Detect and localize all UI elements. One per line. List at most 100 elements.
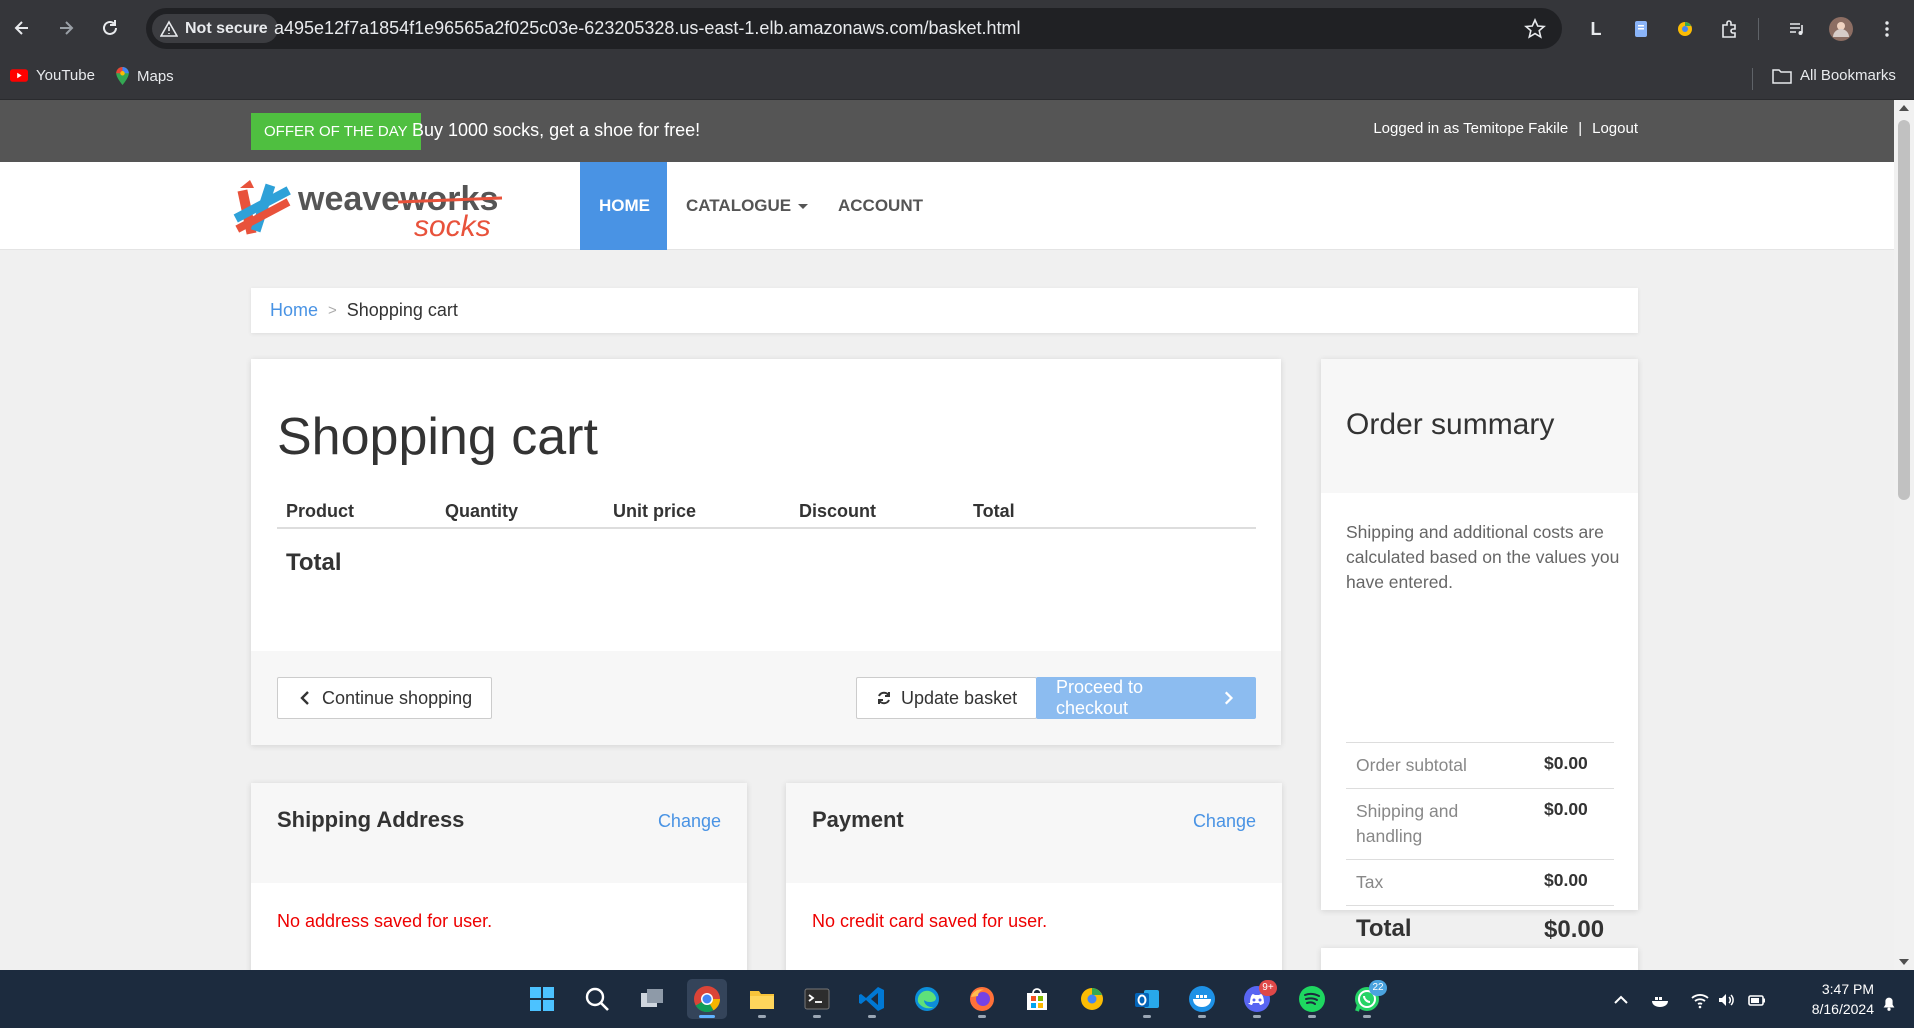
payment-header: Payment Change bbox=[786, 783, 1282, 883]
proceed-to-checkout-button[interactable]: Proceed to checkout bbox=[1036, 677, 1256, 719]
nav-catalogue[interactable]: Catalogue bbox=[667, 162, 827, 250]
summary-row-shipping: Shipping and handling $0.00 bbox=[1346, 788, 1614, 859]
extension-l-icon[interactable]: L bbox=[1583, 16, 1609, 42]
breadcrumb-separator: > bbox=[328, 302, 337, 319]
browser-menu-icon[interactable] bbox=[1874, 16, 1900, 42]
page-title: Shopping cart bbox=[277, 408, 598, 466]
profile-avatar[interactable] bbox=[1828, 16, 1854, 42]
column-product: Product bbox=[286, 501, 355, 521]
extensions-puzzle-icon[interactable] bbox=[1716, 16, 1742, 42]
windows-start-icon[interactable] bbox=[522, 979, 562, 1019]
whatsapp-badge: 22 bbox=[1369, 980, 1387, 996]
order-summary-title: Order summary bbox=[1346, 408, 1555, 441]
extension-docs-icon[interactable] bbox=[1628, 16, 1654, 42]
reload-button[interactable] bbox=[96, 14, 124, 42]
wifi-icon[interactable] bbox=[1690, 990, 1710, 1010]
shipping-address-panel: Shipping Address Change No address saved… bbox=[251, 783, 747, 970]
all-bookmarks-label: All Bookmarks bbox=[1800, 67, 1896, 84]
scroll-down-icon[interactable] bbox=[1899, 959, 1909, 965]
media-queue-icon[interactable] bbox=[1784, 16, 1810, 42]
cart-total-label: Total bbox=[286, 549, 342, 576]
summary-row-label: Shipping and handling bbox=[1356, 801, 1459, 846]
scroll-up-icon[interactable] bbox=[1899, 105, 1909, 111]
summary-row-label: Tax bbox=[1356, 872, 1384, 892]
chrome-icon[interactable] bbox=[687, 979, 727, 1019]
secondary-summary-panel bbox=[1321, 948, 1638, 970]
proceed-to-checkout-label: Proceed to checkout bbox=[1056, 677, 1144, 718]
spotify-icon[interactable] bbox=[1292, 979, 1332, 1019]
nav-home[interactable]: Home bbox=[580, 162, 667, 250]
edge-icon[interactable] bbox=[907, 979, 947, 1019]
breadcrumb-current: Shopping cart bbox=[346, 300, 458, 320]
column-unit-price: Unit price bbox=[613, 501, 697, 521]
shopping-cart-panel: Shopping cart Product Quantity Unit pric… bbox=[251, 359, 1281, 745]
update-basket-button[interactable]: Update basket bbox=[856, 677, 1038, 719]
reload-icon bbox=[103, 20, 117, 35]
chevron-left-icon bbox=[300, 691, 309, 705]
docker-tray-icon[interactable] bbox=[1650, 990, 1670, 1010]
page-scrollbar[interactable] bbox=[1894, 100, 1914, 970]
system-clock[interactable]: 3:47 PM 8/16/2024 bbox=[1784, 979, 1874, 1019]
summary-row-total: Total $0.00 bbox=[1346, 905, 1614, 943]
nav-catalogue-label: Catalogue bbox=[686, 196, 792, 215]
battery-icon[interactable] bbox=[1747, 990, 1767, 1010]
firefox-icon[interactable] bbox=[962, 979, 1002, 1019]
breadcrumb-home[interactable]: Home bbox=[270, 300, 318, 321]
order-summary-header: Order summary bbox=[1321, 359, 1638, 493]
nav-account[interactable]: Account bbox=[819, 162, 942, 250]
bookmark-star-icon[interactable] bbox=[1524, 18, 1546, 40]
microsoft-store-icon[interactable] bbox=[1017, 979, 1057, 1019]
url-text[interactable]: a495e12f7a1854f1e96565a2f025c03e-6232053… bbox=[274, 18, 1021, 39]
address-bar[interactable]: Not secure a495e12f7a1854f1e96565a2f025c… bbox=[146, 8, 1562, 49]
payment-change-link[interactable]: Change bbox=[1193, 811, 1256, 832]
logo-text-socks: socks bbox=[414, 210, 491, 240]
logged-in-text: Logged in as Temitope Fakile bbox=[1373, 120, 1569, 137]
outlook-icon[interactable] bbox=[1127, 979, 1167, 1019]
no-card-message: No credit card saved for user. bbox=[812, 911, 1048, 931]
file-explorer-icon[interactable] bbox=[742, 979, 782, 1019]
vscode-icon[interactable] bbox=[852, 979, 892, 1019]
notification-bell-icon[interactable] bbox=[1880, 994, 1898, 1012]
whatsapp-icon[interactable]: 22 bbox=[1347, 979, 1387, 1019]
continue-shopping-button[interactable]: Continue shopping bbox=[277, 677, 493, 719]
column-total: Total bbox=[973, 501, 1015, 521]
discord-icon[interactable]: 9+ bbox=[1237, 979, 1277, 1019]
order-summary-panel: Order summary Shipping and additional co… bbox=[1321, 359, 1638, 943]
chevron-up-icon[interactable] bbox=[1611, 990, 1631, 1010]
security-chip[interactable]: Not secure bbox=[152, 14, 278, 43]
extension-canary-icon[interactable] bbox=[1672, 16, 1698, 42]
forward-arrow-icon bbox=[60, 21, 74, 35]
maps-icon bbox=[116, 67, 129, 85]
bookmark-maps[interactable]: Maps bbox=[116, 67, 174, 85]
logout-link[interactable]: Logout bbox=[1592, 120, 1638, 137]
column-quantity: Quantity bbox=[445, 501, 519, 521]
bookmarks-bar: YouTube Maps All Bookmarks bbox=[0, 58, 1914, 100]
forward-button[interactable] bbox=[52, 14, 80, 42]
shipping-address-title: Shipping Address bbox=[277, 807, 465, 832]
offer-badge[interactable]: Offer of the day bbox=[251, 113, 421, 150]
back-arrow-icon bbox=[14, 21, 28, 35]
offer-topbar: Offer of the day Buy 1000 socks, get a s… bbox=[0, 100, 1894, 162]
offer-text: Buy 1000 socks, get a shoe for free! bbox=[412, 120, 701, 140]
docker-icon[interactable] bbox=[1182, 979, 1222, 1019]
scroll-thumb[interactable] bbox=[1898, 120, 1910, 500]
volume-icon[interactable] bbox=[1716, 990, 1736, 1010]
search-icon[interactable] bbox=[577, 979, 617, 1019]
task-view-icon[interactable] bbox=[632, 979, 672, 1019]
chrome-canary-icon[interactable] bbox=[1072, 979, 1112, 1019]
back-button[interactable] bbox=[8, 14, 36, 42]
payment-title: Payment bbox=[812, 807, 904, 832]
shipping-change-link[interactable]: Change bbox=[658, 811, 721, 832]
weaveworks-socks-logo[interactable]: weaveworks socks bbox=[232, 174, 532, 240]
bookmark-youtube[interactable]: YouTube bbox=[10, 67, 95, 84]
continue-shopping-label: Continue shopping bbox=[322, 687, 473, 708]
summary-total-label: Total bbox=[1356, 915, 1412, 942]
summary-row-subtotal: Order subtotal $0.00 bbox=[1346, 742, 1614, 788]
all-bookmarks-button[interactable]: All Bookmarks bbox=[1772, 67, 1896, 84]
login-separator: | bbox=[1578, 120, 1583, 137]
warning-triangle-icon bbox=[160, 19, 178, 37]
cart-table-header: Product Quantity Unit price Discount Tot… bbox=[277, 493, 1256, 529]
login-info: Logged in as Temitope Fakile | Logout bbox=[1373, 120, 1638, 137]
breadcrumb: Home > Shopping cart bbox=[251, 288, 1638, 333]
terminal-icon[interactable] bbox=[797, 979, 837, 1019]
